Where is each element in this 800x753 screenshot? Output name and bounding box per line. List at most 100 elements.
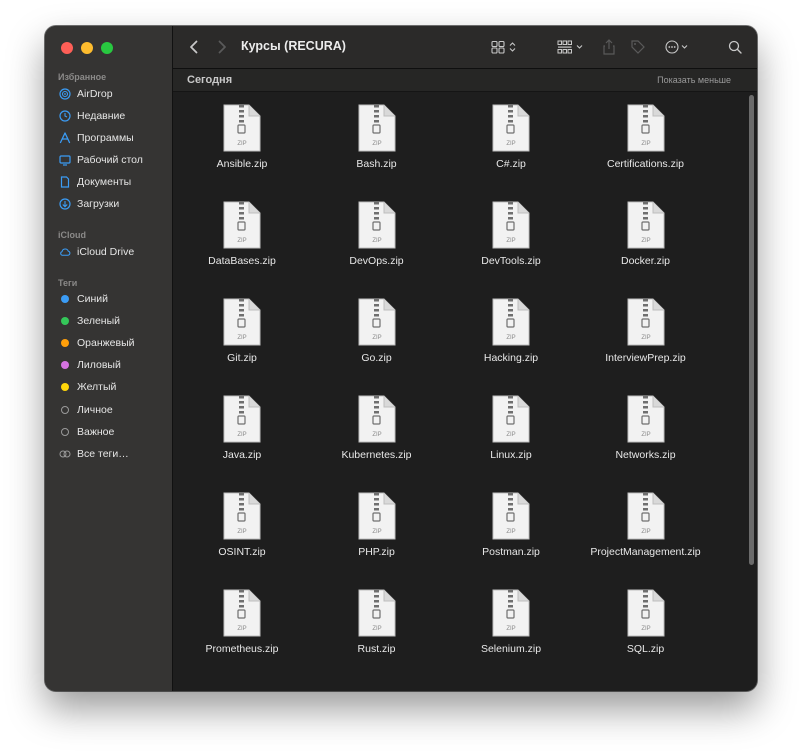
view-mode-button[interactable] (491, 37, 521, 57)
zip-file-icon: ZIP (627, 492, 664, 540)
file-name: Ansible.zip (216, 158, 268, 170)
file-item[interactable]: ZIP Certifications.zip (579, 92, 713, 189)
group-by-button[interactable] (557, 37, 587, 57)
svg-text:ZIP: ZIP (641, 238, 650, 244)
file-name: DataBases.zip (208, 255, 276, 267)
file-item[interactable]: ZIP Bash.zip (310, 92, 444, 189)
tag-button[interactable] (629, 37, 647, 57)
forward-button[interactable] (215, 37, 229, 57)
sidebar-tag-personal[interactable]: Личное (59, 401, 113, 419)
file-item[interactable]: ZIP Rust.zip (310, 577, 444, 674)
zip-file-icon: ZIP (223, 104, 261, 152)
tag-icon (631, 40, 645, 54)
file-item[interactable]: ZIP Prometheus.zip (175, 577, 309, 674)
zip-file-icon: ZIP (627, 104, 664, 152)
sidebar-tag-purple[interactable]: Лиловый (59, 356, 121, 374)
file-name: Bash.zip (356, 158, 397, 170)
file-name: Linux.zip (490, 449, 532, 461)
zip-file-icon: ZIP (223, 395, 261, 443)
sidebar-item-icloud-drive[interactable]: iCloud Drive (59, 243, 134, 261)
svg-text:ZIP: ZIP (372, 529, 381, 535)
sidebar-item-applications[interactable]: Программы (59, 129, 134, 147)
sidebar-item-recents[interactable]: Недавние (59, 107, 125, 125)
close-window-button[interactable] (61, 42, 73, 54)
file-item[interactable]: ZIP DataBases.zip (175, 189, 309, 286)
zip-file-icon: ZIP (223, 492, 261, 540)
zip-file-icon: ZIP (358, 589, 395, 637)
file-name: InterviewPrep.zip (605, 352, 686, 364)
sidebar-tag-important[interactable]: Важное (59, 423, 114, 441)
desktop-icon (59, 154, 71, 166)
sidebar-item-label: Загрузки (77, 198, 120, 210)
svg-text:ZIP: ZIP (506, 626, 515, 632)
file-item[interactable]: ZIP Kubernetes.zip (310, 383, 444, 480)
finder-window: Избранное AirDrop Недавние Программы Раб… (45, 26, 757, 691)
sidebar-item-label: Документы (77, 176, 132, 188)
back-button[interactable] (187, 37, 201, 57)
file-name: DevOps.zip (349, 255, 404, 267)
sidebar-tag-orange[interactable]: Оранжевый (59, 334, 135, 352)
show-less-button[interactable]: Показать меньше (657, 75, 731, 85)
sidebar-item-desktop[interactable]: Рабочий стол (59, 151, 143, 169)
zip-file-icon: ZIP (223, 298, 261, 346)
zip-file-icon: ZIP (627, 298, 664, 346)
file-name: Go.zip (361, 352, 392, 364)
icon-grid-view-icon (491, 40, 516, 54)
file-name: DevTools.zip (481, 255, 541, 267)
svg-text:ZIP: ZIP (506, 335, 515, 341)
file-item[interactable]: ZIP InterviewPrep.zip (579, 286, 713, 383)
file-item[interactable]: ZIP Postman.zip (444, 480, 578, 577)
file-item[interactable]: ZIP Networks.zip (579, 383, 713, 480)
file-name: Certifications.zip (606, 158, 685, 170)
file-item[interactable]: ZIP OSINT.zip (175, 480, 309, 577)
sidebar-item-documents[interactable]: Документы (59, 173, 131, 191)
sidebar-item-downloads[interactable]: Загрузки (59, 195, 119, 213)
share-button[interactable] (601, 37, 617, 57)
airdrop-icon (59, 88, 71, 100)
sidebar-tag-green[interactable]: Зеленый (59, 312, 120, 330)
svg-text:ZIP: ZIP (641, 529, 650, 535)
file-name: Networks.zip (615, 449, 676, 461)
sidebar-tag-all[interactable]: Все теги… (59, 445, 129, 463)
file-item[interactable]: ZIP DevTools.zip (444, 189, 578, 286)
purple-tag-dot-icon (61, 361, 69, 369)
all-tags-icon (59, 448, 71, 460)
more-actions-button[interactable] (665, 37, 695, 57)
window-controls (61, 42, 113, 54)
search-button[interactable] (727, 37, 743, 57)
file-item[interactable]: ZIP Hacking.zip (444, 286, 578, 383)
file-item[interactable]: ZIP Java.zip (175, 383, 309, 480)
sidebar-item-label: Все теги… (77, 448, 129, 460)
sidebar-item-airdrop[interactable]: AirDrop (59, 85, 113, 103)
vertical-scrollbar[interactable] (749, 95, 754, 565)
file-name: ProjectManagement.zip (590, 546, 701, 558)
sidebar-item-label: Синий (77, 293, 108, 305)
file-item[interactable]: ZIP Docker.zip (579, 189, 713, 286)
sidebar-section-favorites: Избранное (58, 72, 107, 82)
sidebar-tag-yellow[interactable]: Желтый (59, 378, 116, 396)
file-item[interactable]: ZIP Linux.zip (444, 383, 578, 480)
apps-icon (59, 132, 71, 144)
file-item[interactable]: ZIP Selenium.zip (444, 577, 578, 674)
sidebar-item-label: AirDrop (77, 88, 113, 100)
share-icon (603, 39, 615, 55)
file-name: C#.zip (496, 158, 526, 170)
zip-file-icon: ZIP (492, 201, 530, 249)
file-item[interactable]: ZIP PHP.zip (310, 480, 444, 577)
download-icon (59, 198, 71, 210)
file-item[interactable]: ZIP SQL.zip (579, 577, 713, 674)
file-item[interactable]: ZIP Go.zip (310, 286, 444, 383)
minimize-window-button[interactable] (81, 42, 93, 54)
file-item[interactable]: ZIP C#.zip (444, 92, 578, 189)
clock-icon (59, 110, 71, 122)
sidebar-item-label: Недавние (77, 110, 126, 122)
file-item[interactable]: ZIP ProjectManagement.zip (579, 480, 713, 577)
sidebar-tag-blue[interactable]: Синий (59, 290, 108, 308)
file-item[interactable]: ZIP DevOps.zip (310, 189, 444, 286)
file-name: Postman.zip (482, 546, 540, 558)
zoom-window-button[interactable] (101, 42, 113, 54)
svg-text:ZIP: ZIP (237, 335, 246, 341)
file-item[interactable]: ZIP Ansible.zip (175, 92, 309, 189)
zip-file-icon: ZIP (358, 298, 395, 346)
file-item[interactable]: ZIP Git.zip (175, 286, 309, 383)
